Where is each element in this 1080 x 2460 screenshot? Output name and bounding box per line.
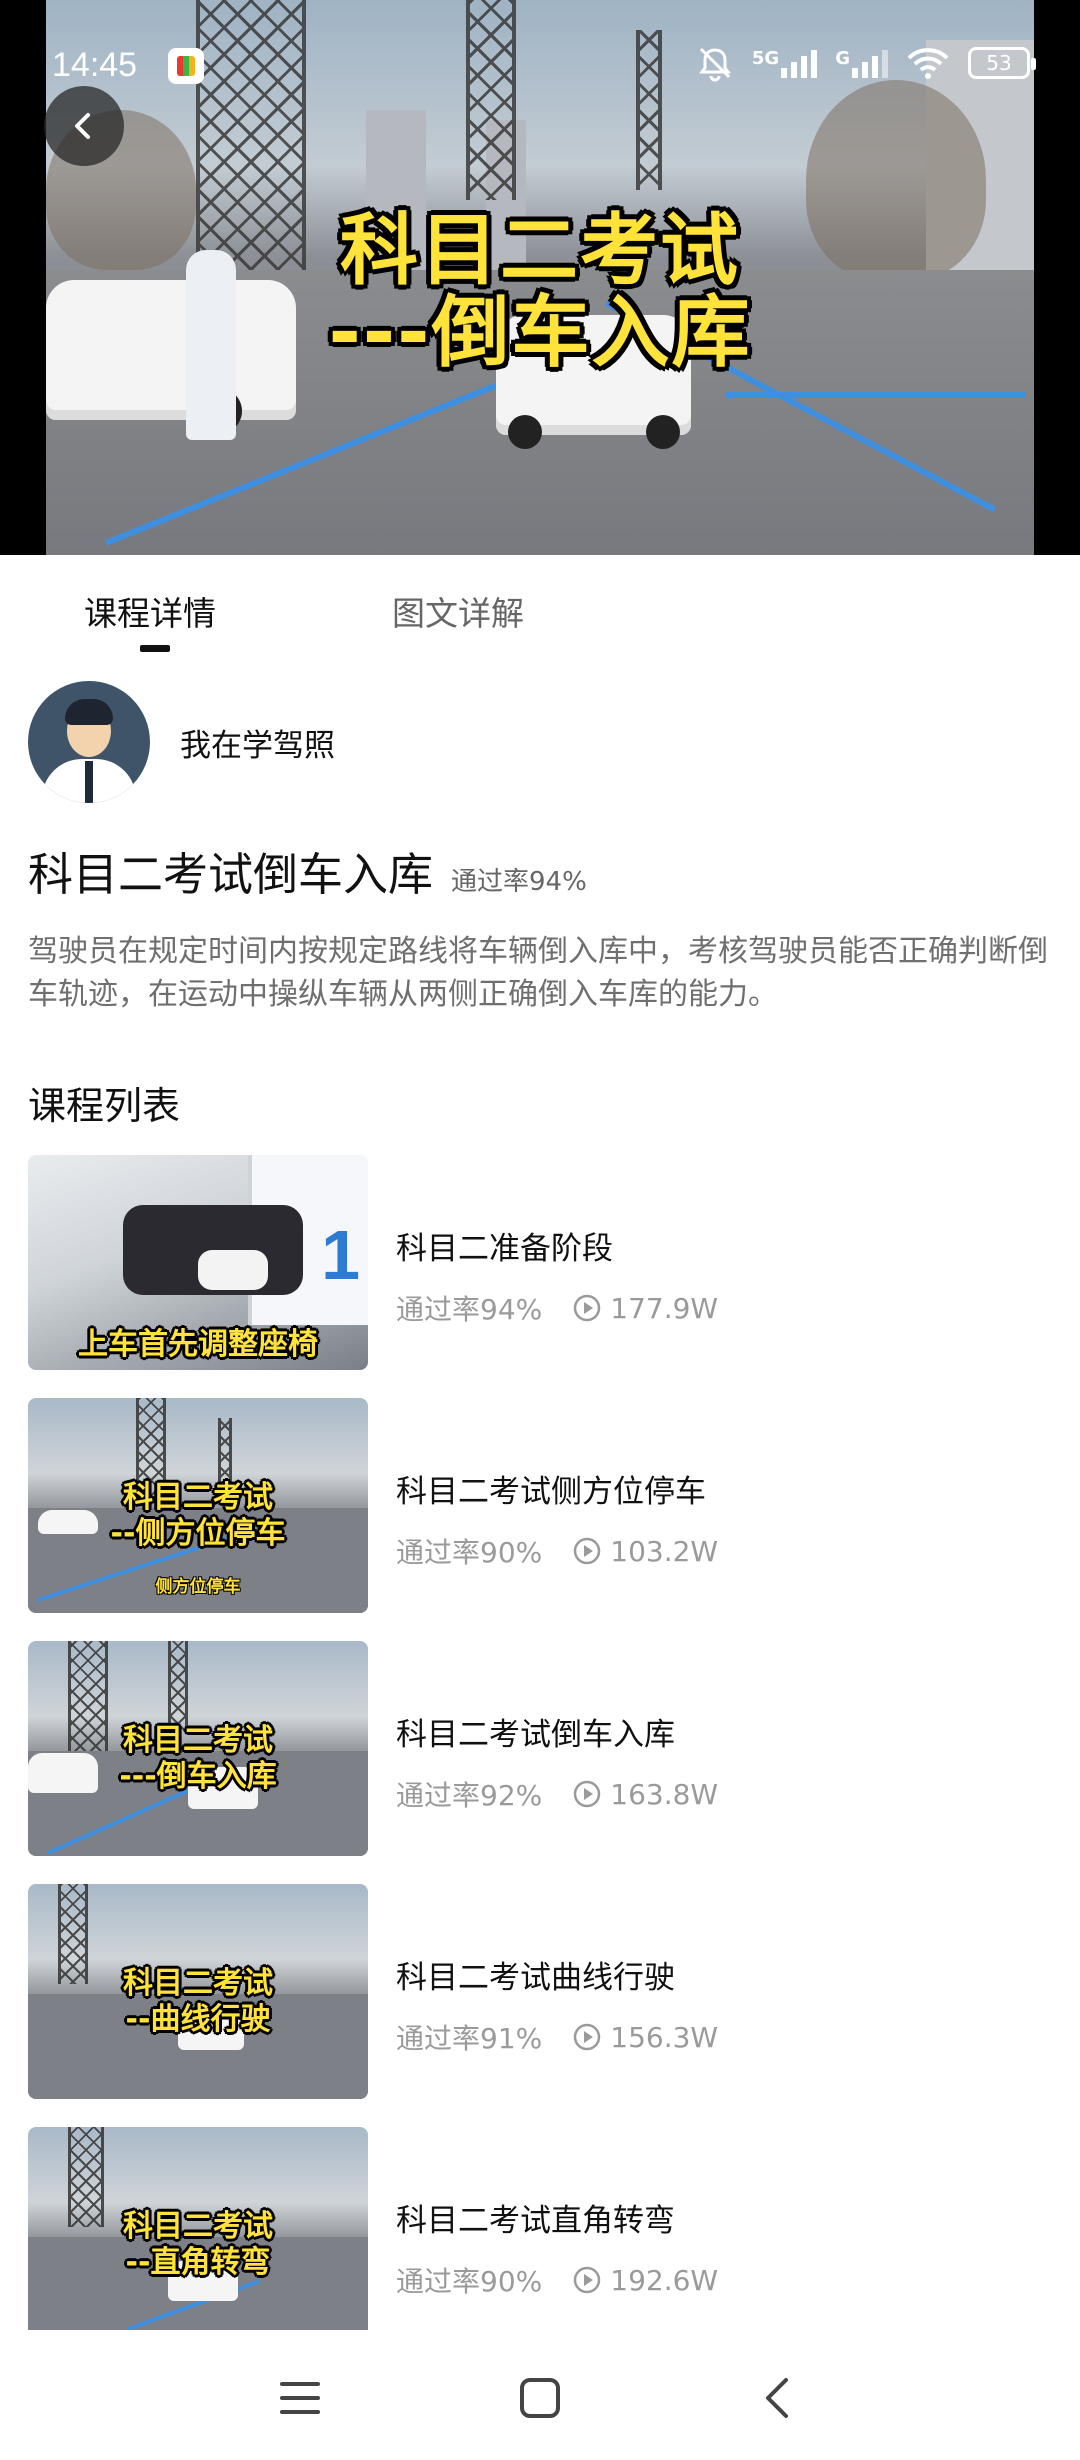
wheel bbox=[508, 415, 542, 449]
course-thumbnail[interactable]: 科目二考试 --侧方位停车 侧方位停车 bbox=[28, 1398, 368, 1613]
course-list-heading: 课程列表 bbox=[28, 1084, 181, 1128]
list-item[interactable]: 科目二考试 --侧方位停车 侧方位停车 科目二考试侧方位停车 通过率90% 10… bbox=[28, 1398, 1058, 1641]
nav-home-button[interactable] bbox=[510, 2368, 570, 2428]
course-list: 1 上车首先调整座椅 科目二准备阶段 通过率94% 177.9W 科目二考试 -… bbox=[28, 1155, 1058, 2370]
course-thumbnail[interactable]: 科目二考试 --直角转弯 bbox=[28, 2127, 368, 2342]
square-icon bbox=[520, 2378, 560, 2418]
list-item-views: 103.2W bbox=[610, 1534, 719, 1568]
signal-g: G bbox=[835, 48, 888, 78]
app-root: 科目二考试 ---倒车入库 14:45 5G G 53 课程详情 图文详解 我在… bbox=[0, 0, 1080, 2460]
status-icons: 5G G 53 bbox=[696, 44, 1036, 82]
course-description: 驾驶员在规定时间内按规定路线将车辆倒入库中，考核驾驶员能否正确判断倒车轨迹，在运… bbox=[28, 934, 1048, 1012]
back-button[interactable] bbox=[44, 86, 124, 166]
list-item-views: 156.3W bbox=[610, 2020, 719, 2054]
network-label: 5G bbox=[751, 48, 780, 69]
play-circle-icon bbox=[572, 1779, 602, 1809]
chevron-left-icon bbox=[75, 113, 90, 139]
wifi-icon bbox=[907, 48, 949, 79]
notification-app-icon bbox=[168, 48, 204, 84]
list-item-title: 科目二考试侧方位停车 bbox=[396, 1474, 706, 1510]
thumbnail-caption: 上车首先调整座椅 bbox=[78, 1327, 318, 1362]
list-item-meta: 通过率91% 156.3W bbox=[396, 2017, 718, 2057]
chevron-left-icon bbox=[766, 2378, 788, 2418]
list-item-text: 科目二准备阶段 通过率94% 177.9W bbox=[396, 1223, 718, 1328]
signal-bars-icon bbox=[852, 48, 888, 78]
network-label-2: G bbox=[835, 48, 850, 69]
list-item-title: 科目二考试直角转弯 bbox=[396, 2203, 675, 2239]
thumbnail-caption: --曲线行驶 bbox=[125, 2002, 271, 2037]
video-title-line2: ---倒车入库 bbox=[328, 288, 752, 378]
status-time: 14:45 bbox=[52, 46, 138, 84]
detail-tabs: 课程详情 图文详解 bbox=[0, 555, 1080, 665]
play-circle-icon bbox=[572, 2022, 602, 2052]
list-item[interactable]: 科目二考试 ---倒车入库 科目二考试倒车入库 通过率92% 163.8W bbox=[28, 1641, 1058, 1884]
list-item-pass-rate: 通过率91% bbox=[396, 2022, 543, 2055]
list-item-views: 163.8W bbox=[610, 1777, 719, 1811]
menu-icon bbox=[280, 2382, 320, 2414]
system-nav-bar bbox=[0, 2330, 1080, 2460]
list-item-views: 177.9W bbox=[610, 1291, 719, 1325]
lattice-tower bbox=[466, 0, 516, 200]
status-bar: 14:45 5G G 53 bbox=[0, 38, 1080, 98]
list-item-meta: 通过率90% 103.2W bbox=[396, 1531, 718, 1571]
course-thumbnail[interactable]: 1 上车首先调整座椅 bbox=[28, 1155, 368, 1370]
active-tab-indicator bbox=[140, 645, 170, 652]
list-item-title: 科目二考试曲线行驶 bbox=[396, 1960, 675, 1996]
thumbnail-caption: --侧方位停车 bbox=[110, 1516, 286, 1551]
wheel bbox=[646, 415, 680, 449]
list-item[interactable]: 1 上车首先调整座椅 科目二准备阶段 通过率94% 177.9W bbox=[28, 1155, 1058, 1398]
list-item-meta: 通过率92% 163.8W bbox=[396, 1774, 718, 1814]
nav-back-button[interactable] bbox=[748, 2368, 808, 2428]
list-item-title: 科目二准备阶段 bbox=[396, 1231, 613, 1267]
author-row[interactable]: 我在学驾照 bbox=[28, 680, 335, 804]
avatar-tie bbox=[85, 761, 93, 803]
thumbnail-subcaption: 侧方位停车 bbox=[155, 1577, 241, 1597]
list-item-pass-rate: 通过率90% bbox=[396, 1536, 543, 1569]
list-item-meta: 通过率94% 177.9W bbox=[396, 1288, 718, 1328]
list-item-meta: 通过率90% 192.6W bbox=[396, 2260, 718, 2300]
course-title: 科目二考试倒车入库 bbox=[28, 848, 434, 901]
thumbnail-caption: --直角转弯 bbox=[125, 2245, 271, 2280]
list-item-text: 科目二考试曲线行驶 通过率91% 156.3W bbox=[396, 1952, 718, 2057]
signal-5g: 5G bbox=[751, 48, 818, 78]
thumbnail-caption: ---倒车入库 bbox=[119, 1759, 277, 1794]
avatar[interactable] bbox=[28, 681, 150, 803]
list-item[interactable]: 科目二考试 --曲线行驶 科目二考试曲线行驶 通过率91% 156.3W bbox=[28, 1884, 1058, 2127]
course-thumbnail[interactable]: 科目二考试 ---倒车入库 bbox=[28, 1641, 368, 1856]
bell-off-icon bbox=[698, 47, 731, 82]
course-thumbnail[interactable]: 科目二考试 --曲线行驶 bbox=[28, 1884, 368, 2099]
list-item-text: 科目二考试倒车入库 通过率92% 163.8W bbox=[396, 1709, 718, 1814]
signal-bars-icon bbox=[781, 48, 818, 78]
list-item-title: 科目二考试倒车入库 bbox=[396, 1717, 675, 1753]
lane-line bbox=[726, 392, 1026, 398]
course-title-row: 科目二考试倒车入库 通过率94% bbox=[28, 838, 587, 903]
list-item-pass-rate: 通过率90% bbox=[396, 2265, 543, 2298]
battery-indicator: 53 bbox=[968, 47, 1036, 79]
list-item-pass-rate: 通过率92% bbox=[396, 1779, 543, 1812]
list-item-text: 科目二考试直角转弯 通过率90% 192.6W bbox=[396, 2195, 718, 2300]
list-item-text: 科目二考试侧方位停车 通过率90% 103.2W bbox=[396, 1466, 718, 1571]
nav-menu-button[interactable] bbox=[270, 2368, 330, 2428]
course-pass-rate: 通过率94% bbox=[451, 867, 587, 897]
play-circle-icon bbox=[572, 1536, 602, 1566]
list-item-pass-rate: 通过率94% bbox=[396, 1293, 543, 1326]
video-player[interactable]: 科目二考试 ---倒车入库 14:45 5G G 53 bbox=[0, 0, 1080, 555]
play-circle-icon bbox=[572, 1293, 602, 1323]
list-item-views: 192.6W bbox=[610, 2263, 719, 2297]
tab-illustrated-guide[interactable]: 图文详解 bbox=[392, 587, 524, 635]
avatar-hair bbox=[65, 699, 113, 725]
tab-course-details[interactable]: 课程详情 bbox=[84, 587, 216, 635]
play-circle-icon bbox=[572, 2265, 602, 2295]
author-name[interactable]: 我在学驾照 bbox=[180, 720, 335, 765]
seat-cushion bbox=[198, 1250, 268, 1290]
